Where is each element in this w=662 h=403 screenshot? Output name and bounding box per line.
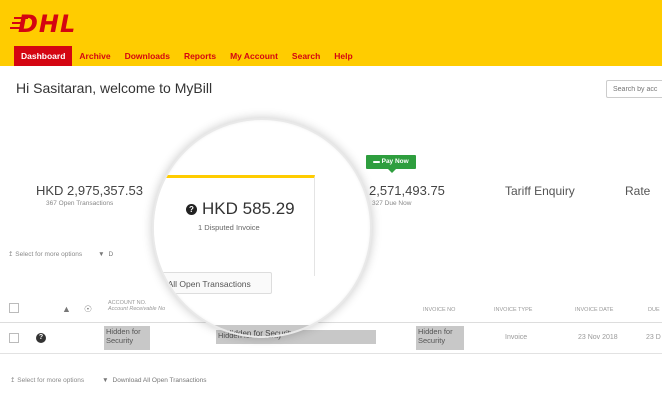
row-checkbox[interactable] (9, 333, 19, 343)
question-icon: ? (186, 203, 197, 215)
open-amount: HKD 2,975,357.53 (36, 183, 143, 198)
pay-now-label: Pay Now (381, 158, 409, 165)
nav-downloads[interactable]: Downloads (118, 46, 177, 66)
col-invoice-type[interactable]: INVOICE TYPE (494, 307, 532, 313)
pay-now-button[interactable]: ▬ Pay Now (366, 155, 416, 173)
nav-dashboard[interactable]: Dashboard (14, 46, 73, 66)
open-count: 367 Open Transactions (46, 200, 114, 207)
nav-search[interactable]: Search (285, 46, 327, 66)
download-button-top[interactable]: ▼ D (98, 251, 113, 258)
info-icon: ☉ (84, 304, 93, 314)
download-icon: ▼ (102, 376, 109, 384)
col-invoice-date[interactable]: INVOICE DATE (575, 307, 613, 313)
top-header: DHL Dashboard Archive Downloads Reports … (0, 0, 662, 66)
dhl-logo[interactable]: DHL (18, 10, 76, 38)
due-amount: D 2,571,493.75 (356, 183, 445, 198)
nav-help[interactable]: Help (327, 46, 359, 66)
person-icon: ▲ (62, 304, 71, 314)
col-invoice-no[interactable]: INVOICE NO (423, 307, 455, 313)
download-open-transactions-button[interactable]: d All Open Transactions (154, 272, 272, 294)
main-nav: Dashboard Archive Downloads Reports My A… (14, 46, 360, 66)
download-all-button[interactable]: ▼ Download All Open Transactions (102, 377, 206, 384)
invoice-no-cell[interactable]: Hidden for Security (416, 326, 464, 350)
invoice-type-cell: Invoice (505, 334, 528, 341)
logo-stripe (14, 17, 28, 19)
download-icon: ▼ (98, 250, 105, 258)
nav-reports[interactable]: Reports (177, 46, 223, 66)
select-more-options-bottom[interactable]: ↥ Select for more options (10, 376, 84, 384)
logo-stripe (12, 22, 24, 24)
disputed-amount: HKD 585.29 (202, 199, 295, 218)
nav-my-account[interactable]: My Account (223, 46, 285, 66)
col-due[interactable]: DUE (648, 307, 660, 313)
options-bar-top: ↥ Select for more options ▼ D (8, 250, 113, 259)
invoice-date-cell: 23 Nov 2018 (578, 334, 618, 341)
dispute-question-icon[interactable]: ? (36, 333, 46, 343)
select-all-checkbox[interactable] (9, 303, 19, 313)
col-account[interactable]: ACCOUNT NO. Account Receivable No (108, 300, 165, 312)
magnifier-lens: ? HKD 585.29 1 Disputed Invoice d All Op… (152, 118, 372, 338)
options-bar-bottom: ↥ Select for more options ▼ Download All… (10, 376, 207, 385)
disputed-amount-row: ? HKD 585.29 (186, 199, 295, 219)
welcome-message: Hi Sasitaran, welcome to MyBill (16, 80, 213, 96)
download-all-label: Download All Open Transactions (112, 376, 207, 384)
search-input[interactable] (606, 80, 662, 98)
due-count: 327 Due Now (372, 200, 412, 207)
nav-archive[interactable]: Archive (72, 46, 117, 66)
due-date-cell: 23 D (646, 334, 661, 341)
account-no-cell: Hidden for Security (104, 326, 150, 350)
disputed-count: 1 Disputed Invoice (198, 223, 260, 232)
tariff-enquiry-tab[interactable]: Tariff Enquiry (505, 184, 575, 198)
rate-tab[interactable]: Rate (625, 184, 650, 198)
logo-stripe (10, 27, 20, 29)
download-label-short: D (108, 250, 114, 258)
open-transactions-tile[interactable]: HKD 2,975,357.53 367 Open Transactions (36, 183, 143, 207)
card-icon: ▬ (373, 158, 382, 165)
select-more-options[interactable]: ↥ Select for more options (8, 250, 82, 258)
